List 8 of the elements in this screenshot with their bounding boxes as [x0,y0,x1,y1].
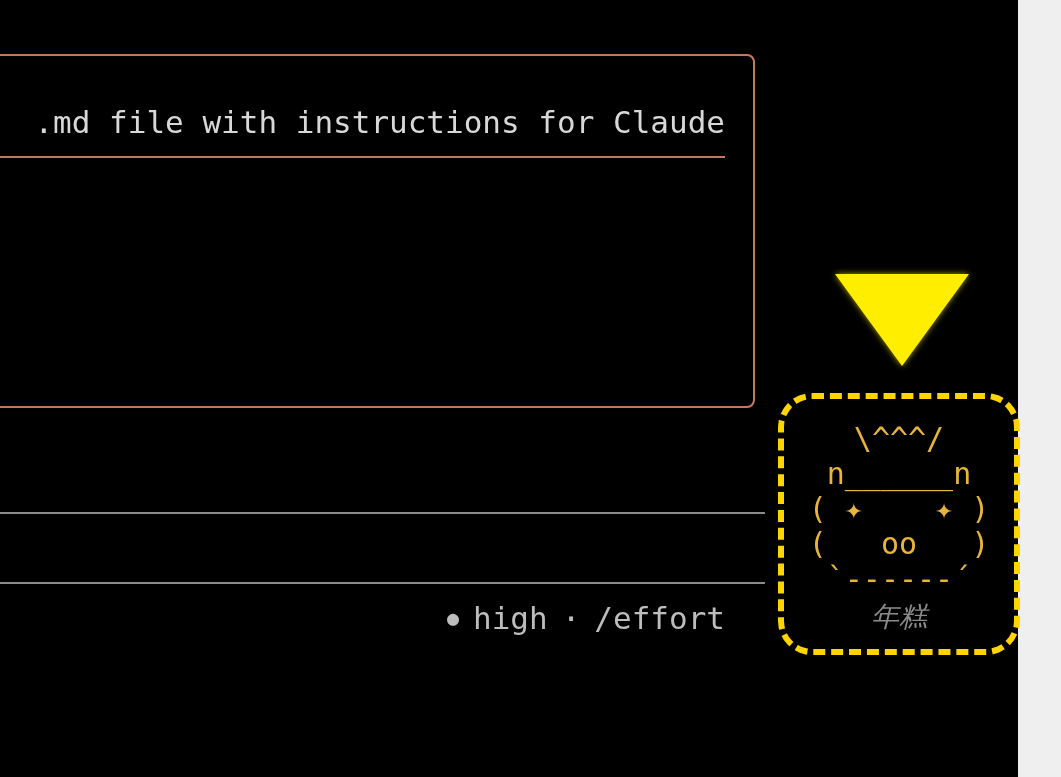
effort-level: high [473,599,548,638]
effort-command: /effort [594,599,725,638]
pointer-arrow-icon [835,274,969,366]
prompt-box[interactable]: .md file with instructions for Claude [0,54,755,408]
separator: · [561,599,581,638]
prompt-text: .md file with instructions for Claude [34,103,725,142]
status-dot-icon: ● [446,598,459,638]
mascot-ascii-art: \^^^/ n______n ( ✦ ✦ ) ( oo ) `------´ [808,421,990,596]
